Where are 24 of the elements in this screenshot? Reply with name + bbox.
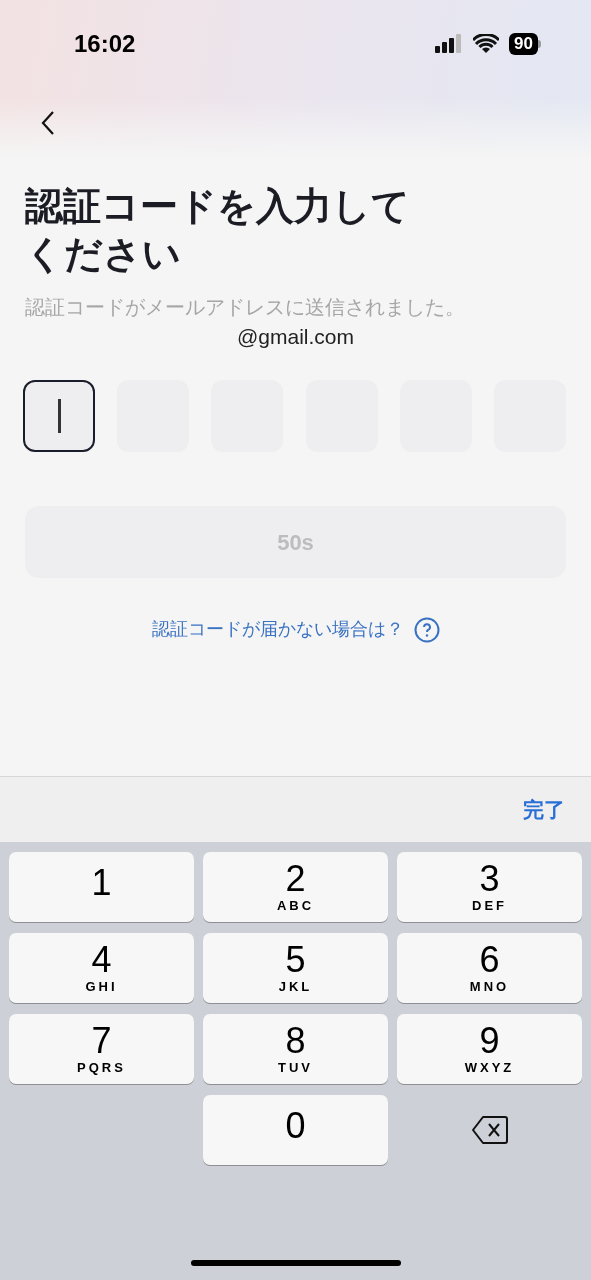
backspace-icon — [470, 1115, 509, 1145]
done-button[interactable]: 完了 — [523, 793, 565, 826]
email-address: @gmail.com — [236, 324, 355, 350]
help-icon — [413, 616, 440, 643]
help-link[interactable]: 認証コードが届かない場合は？ — [151, 616, 404, 643]
keypad-key[interactable]: 1 — [9, 852, 194, 922]
keypad-key[interactable]: 8 TUV — [203, 1014, 388, 1084]
status-time: 16:02 — [74, 29, 136, 59]
keypad-key[interactable]: 5 JKL — [203, 933, 388, 1003]
instruction-text: 認証コードがメールアドレスに送信されました。 — [25, 295, 466, 320]
page-title: 認証コードを入力してください — [25, 184, 411, 277]
code-digit-field[interactable] — [23, 380, 95, 452]
wifi-icon — [473, 34, 500, 54]
keypad-key[interactable]: 7 PQRS — [9, 1014, 194, 1084]
keypad-key[interactable]: 6 MNO — [397, 933, 582, 1003]
keypad-key[interactable]: 4 GHI — [9, 933, 194, 1003]
keypad-key[interactable]: 3 DEF — [397, 852, 582, 922]
battery-icon: 90 — [509, 33, 541, 55]
back-icon — [40, 110, 56, 136]
signal-icon — [435, 34, 464, 54]
keypad-key[interactable]: 0 — [203, 1095, 388, 1165]
keypad-key[interactable]: 9 WXYZ — [397, 1014, 582, 1084]
keypad-key[interactable]: 2 ABC — [203, 852, 388, 922]
text-cursor — [57, 399, 61, 433]
